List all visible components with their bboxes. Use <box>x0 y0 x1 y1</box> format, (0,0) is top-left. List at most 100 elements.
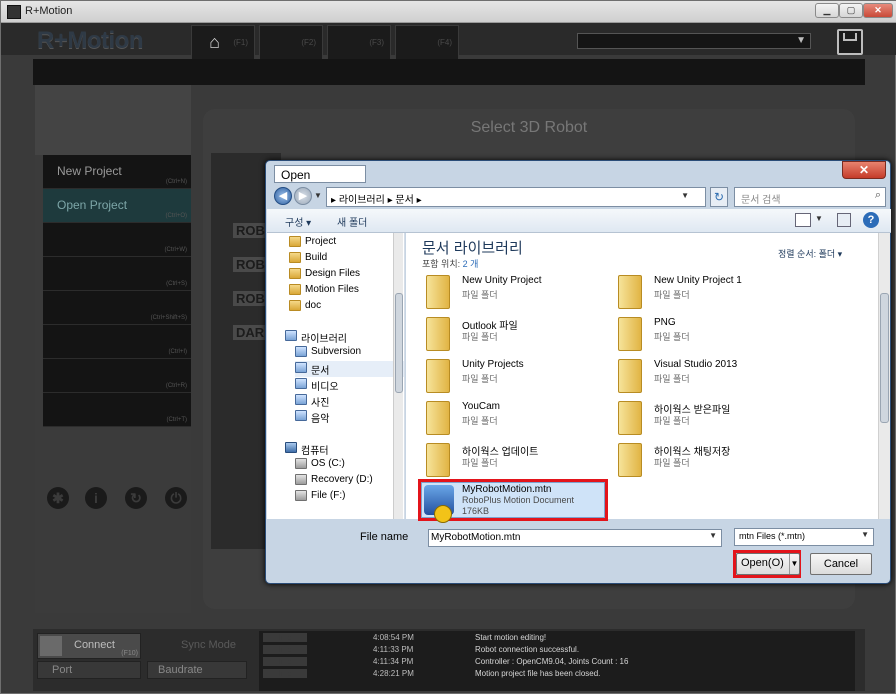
library-locations-link[interactable]: 2 개 <box>463 259 479 269</box>
menu-new-project[interactable]: New Project (Ctrl+N) <box>43 155 191 189</box>
nav-item-drive-f[interactable]: File (F:) <box>295 489 404 505</box>
nav-item-documents[interactable]: 문서 <box>295 361 404 377</box>
nav-item-computer[interactable]: 컴퓨터 <box>285 441 404 457</box>
maximize-button[interactable]: ▢ <box>839 3 863 18</box>
minimize-button[interactable]: ▁ <box>815 3 839 18</box>
folder-icon <box>618 359 642 393</box>
nav-item-drive-c[interactable]: OS (C:) <box>295 457 404 473</box>
file-item[interactable]: PNG 파일 폴더 <box>614 315 800 355</box>
folder-icon <box>426 275 450 309</box>
documents-icon <box>295 362 307 373</box>
refresh-button[interactable]: ↻ <box>710 187 728 207</box>
breadcrumb[interactable]: 라이브러리 <box>339 195 385 206</box>
file-item[interactable]: Unity Projects 파일 폴더 <box>422 357 608 397</box>
chevron-down-icon[interactable]: ▼ <box>709 531 717 540</box>
file-item[interactable]: 하이웍스 받은파일 파일 폴더 <box>614 399 800 439</box>
file-item[interactable]: New Unity Project 1 파일 폴더 <box>614 273 800 313</box>
organize-button[interactable]: 구성 ▾ <box>285 214 311 229</box>
nav-item-motion-files[interactable]: Motion Files <box>289 283 404 299</box>
back-button[interactable]: ◀ <box>274 187 292 205</box>
menu-open-project[interactable]: Open Project (Ctrl+O) <box>43 189 191 223</box>
sync-mode-button[interactable]: Sync Mode <box>181 639 236 651</box>
nav-item-drive-d[interactable]: Recovery (D:) <box>295 473 404 489</box>
nav-item-doc[interactable]: doc <box>289 299 404 315</box>
cancel-button[interactable]: Cancel <box>810 553 872 575</box>
folder-icon <box>618 401 642 435</box>
file-type-select[interactable]: mtn Files (*.mtn) ▼ <box>734 528 874 546</box>
sort-by-dropdown[interactable]: 정렬 순서: 폴더 ▾ <box>778 247 842 260</box>
connect-indicator <box>40 636 62 656</box>
nav-item-build[interactable]: Build <box>289 251 404 267</box>
nav-item-libraries[interactable]: 라이브러리 <box>285 329 404 345</box>
file-item[interactable]: 하이웍스 업데이트 파일 폴더 <box>422 441 608 481</box>
chevron-down-icon: ▼ <box>796 35 806 46</box>
nav-item-subversion[interactable]: Subversion <box>295 345 404 361</box>
menu-save[interactable]: (Ctrl+S) <box>43 257 191 291</box>
menu-import[interactable]: (Ctrl+I) <box>43 325 191 359</box>
search-input[interactable]: 문서 검색 ⌕ <box>734 187 886 207</box>
address-bar[interactable]: ▸ 라이브러리 ▸ 문서 ▸ ▼ <box>326 187 706 207</box>
folder-icon <box>426 359 450 393</box>
save-button[interactable] <box>837 29 863 55</box>
file-name-label: File name <box>360 531 409 543</box>
power-icon[interactable]: ⏻ <box>165 487 187 509</box>
nav-item-videos[interactable]: 비디오 <box>295 377 404 393</box>
file-item[interactable]: 하이웍스 채팅저장 파일 폴더 <box>614 441 800 481</box>
app-icon <box>7 5 21 19</box>
tab-home[interactable]: ⌂ (F1) <box>191 25 255 59</box>
tab-f2[interactable]: (F2) <box>259 25 323 59</box>
file-item[interactable]: Outlook 파일 파일 폴더 <box>422 315 608 355</box>
chevron-down-icon[interactable]: ▼ <box>789 554 799 574</box>
nav-item-pictures[interactable]: 사진 <box>295 393 404 409</box>
nav-item-project[interactable]: Project <box>289 235 404 251</box>
breadcrumb[interactable]: 문서 <box>395 195 413 206</box>
file-name-input[interactable]: MyRobotMotion.mtn ▼ <box>428 529 722 547</box>
nav-scrollbar[interactable] <box>393 233 403 519</box>
selected-file-item[interactable]: MyRobotMotion.mtn RoboPlus Motion Docume… <box>421 482 605 523</box>
table-row: Info 4:08:54 PM Start motion editing! <box>259 633 855 645</box>
robot-combo[interactable]: ▼ <box>577 33 811 49</box>
info-icon[interactable]: i <box>85 487 107 509</box>
menu-close-project[interactable]: (Ctrl+W) <box>43 223 191 257</box>
settings-icon[interactable]: ✱ <box>47 487 69 509</box>
chevron-down-icon: ▼ <box>861 530 869 539</box>
file-list-scrollbar[interactable] <box>878 233 890 519</box>
new-folder-button[interactable]: 새 폴더 <box>337 214 367 229</box>
library-icon <box>285 330 297 341</box>
close-button[interactable]: ✕ <box>863 3 893 18</box>
baudrate-select[interactable]: Baudrate <box>147 661 247 679</box>
dialog-title: Open <box>274 165 366 183</box>
port-select[interactable]: Port <box>37 661 141 679</box>
file-item[interactable]: YouCam 파일 폴더 <box>422 399 608 439</box>
folder-icon <box>618 317 642 351</box>
play-icon <box>434 505 452 523</box>
folder-icon <box>426 317 450 351</box>
nav-item-design-files[interactable]: Design Files <box>289 267 404 283</box>
menu-save-as[interactable]: (Ctrl+Shift+S) <box>43 291 191 325</box>
navigation-pane: Project Build Design Files Motion Files … <box>267 233 405 519</box>
file-item[interactable]: Visual Studio 2013 파일 폴더 <box>614 357 800 397</box>
folder-icon <box>426 401 450 435</box>
file-item[interactable]: New Unity Project 파일 폴더 <box>422 273 608 313</box>
nav-item-music[interactable]: 음악 <box>295 409 404 425</box>
chevron-down-icon[interactable]: ▼ <box>815 214 823 223</box>
preview-pane-button[interactable] <box>837 213 851 227</box>
dialog-close-button[interactable]: ✕ <box>842 161 886 179</box>
menu-robot[interactable]: (Ctrl+R) <box>43 359 191 393</box>
connect-button[interactable]: Connect (F10) <box>37 633 141 659</box>
folder-icon <box>289 268 301 279</box>
recent-dropdown[interactable]: ▼ <box>314 191 322 200</box>
log-table: Info 4:08:54 PM Start motion editing! In… <box>259 631 855 691</box>
forward-button[interactable]: ▶ <box>294 187 312 205</box>
help-button[interactable]: ? <box>863 212 879 228</box>
view-icon[interactable] <box>795 213 811 227</box>
tab-f3[interactable]: (F3) <box>327 25 391 59</box>
folder-icon <box>618 443 642 477</box>
update-icon[interactable]: ↻ <box>125 487 147 509</box>
tab-f4[interactable]: (F4) <box>395 25 459 59</box>
menu-tool[interactable]: (Ctrl+T) <box>43 393 191 427</box>
open-button[interactable]: Open(O) ▼ <box>736 553 800 575</box>
chevron-down-icon[interactable]: ▼ <box>681 191 689 200</box>
scroll-thumb[interactable] <box>880 293 889 423</box>
scroll-thumb[interactable] <box>395 293 403 393</box>
